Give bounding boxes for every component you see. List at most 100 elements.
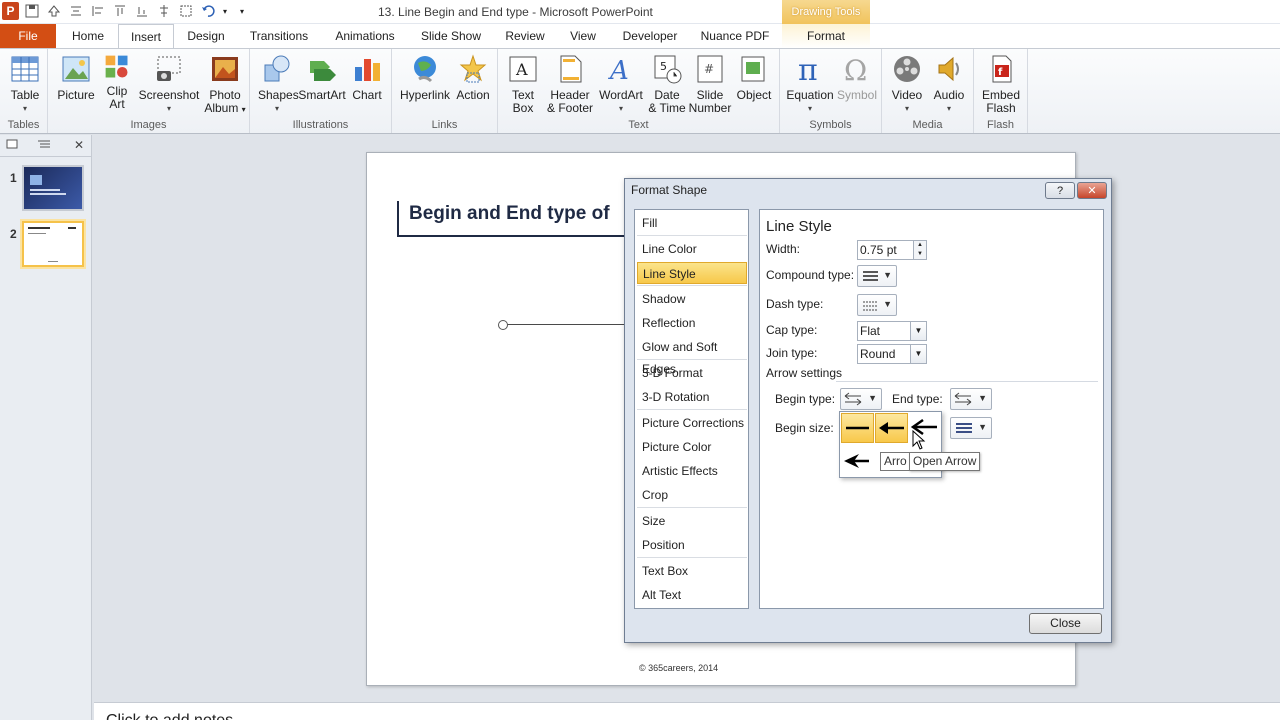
tab-animations[interactable]: Animations (326, 24, 404, 48)
line-start-handle[interactable] (498, 320, 508, 330)
slide-thumbnail-2[interactable] (22, 221, 84, 267)
group-symbols: π Equation ▾ Ω Symbol Symbols (780, 49, 882, 133)
category-picture-color[interactable]: Picture Color (637, 436, 747, 458)
chart-icon (355, 59, 380, 81)
embed-flash-button[interactable]: f Embed Flash (978, 53, 1024, 115)
tab-file[interactable]: File (0, 24, 56, 48)
action-button[interactable]: Action (452, 53, 494, 102)
video-button[interactable]: Video ▾ (888, 53, 926, 115)
save-icon[interactable] (23, 2, 41, 20)
align-center-icon[interactable] (155, 2, 173, 20)
flash-document-icon: f (992, 55, 1012, 83)
wordart-button[interactable]: A WordArt ▾ (598, 53, 644, 115)
dash-type-dropdown[interactable]: ▼ (857, 294, 897, 316)
tab-insert[interactable]: Insert (118, 24, 174, 48)
date-time-button[interactable]: 5 Date & Time (646, 53, 688, 115)
slide-number-button[interactable]: # Slide Number (688, 53, 732, 115)
smartart-button[interactable]: SmartArt (298, 53, 346, 102)
undo-dropdown-icon[interactable]: ▾ (221, 2, 229, 20)
equation-button[interactable]: π Equation ▾ (784, 53, 836, 115)
tab-design[interactable]: Design (178, 24, 234, 48)
slides-tab-icon[interactable] (6, 138, 22, 152)
arrow-option[interactable] (875, 413, 908, 443)
category-line-style[interactable]: Line Style (637, 262, 747, 284)
category-picture-corrections[interactable]: Picture Corrections (637, 412, 747, 434)
close-pane-icon[interactable]: ✕ (74, 138, 90, 152)
category-3d-format[interactable]: 3-D Format (637, 362, 747, 384)
screenshot-button[interactable]: Screenshot ▾ (136, 53, 202, 115)
arrow-settings-heading: Arrow settings (766, 366, 843, 380)
tab-transitions[interactable]: Transitions (240, 24, 318, 48)
align-middle-icon[interactable] (67, 2, 85, 20)
align-bottom-icon[interactable] (111, 2, 129, 20)
object-button[interactable]: Object (734, 53, 774, 102)
drawing-tools-context-label: Drawing Tools (782, 0, 870, 24)
join-type-value: Round (860, 347, 896, 361)
category-shadow[interactable]: Shadow (637, 288, 747, 310)
category-line-color[interactable]: Line Color (637, 238, 747, 260)
notes-pane[interactable]: Click to add notes (94, 702, 1280, 720)
close-button[interactable]: Close (1029, 613, 1102, 634)
slide-thumbnail-1[interactable] (22, 165, 84, 211)
width-input[interactable]: 0.75 pt ▲ ▼ (857, 240, 927, 260)
end-size-dropdown[interactable]: ▼ (950, 417, 992, 439)
dialog-help-button[interactable]: ? (1045, 182, 1075, 199)
align-left-icon[interactable] (89, 2, 107, 20)
tab-format[interactable]: Format (782, 24, 870, 48)
category-alt-text[interactable]: Alt Text (637, 584, 747, 606)
align-top-icon[interactable] (45, 2, 63, 20)
film-reel-icon (894, 56, 920, 82)
join-type-select[interactable]: Round ▼ (857, 344, 927, 364)
width-label: Width: (766, 242, 801, 256)
outline-tab-icon[interactable] (36, 138, 52, 152)
text-box-button[interactable]: A Text Box (504, 53, 542, 115)
category-text-box[interactable]: Text Box (637, 560, 747, 582)
tab-home[interactable]: Home (62, 24, 114, 48)
tab-developer[interactable]: Developer (614, 24, 686, 48)
category-fill[interactable]: Fill (637, 212, 747, 234)
category-reflection[interactable]: Reflection (637, 312, 747, 334)
group-icon[interactable] (177, 2, 195, 20)
clip-art-button[interactable]: Clip Art (102, 53, 132, 111)
category-size[interactable]: Size (637, 510, 747, 532)
begin-type-dropdown[interactable]: ▼ (840, 388, 882, 410)
header-footer-button[interactable]: Header & Footer (544, 53, 596, 115)
speaker-icon (938, 56, 959, 82)
customize-qat-icon[interactable]: ▾ (233, 2, 251, 20)
slide-title[interactable]: Begin and End type of (409, 203, 610, 225)
dialog-close-icon[interactable]: ✕ (1077, 182, 1107, 199)
shapes-button[interactable]: Shapes ▾ (258, 53, 299, 115)
tab-nuance-pdf[interactable]: Nuance PDF (694, 24, 776, 48)
photo-album-button[interactable]: Photo Album ▾ (204, 53, 246, 116)
category-crop[interactable]: Crop (637, 484, 747, 506)
audio-button[interactable]: Audio ▾ (930, 53, 968, 115)
wordart-label: WordArt (599, 88, 643, 102)
selected-line-shape[interactable] (503, 324, 643, 325)
end-type-dropdown[interactable]: ▼ (950, 388, 992, 410)
stealth-arrow-icon (844, 454, 869, 468)
stealth-arrow-option[interactable] (841, 446, 874, 476)
width-spinner-icon[interactable]: ▲ ▼ (913, 241, 926, 259)
category-artistic-effects[interactable]: Artistic Effects (637, 460, 747, 482)
tab-slide-show[interactable]: Slide Show (412, 24, 490, 48)
tab-review[interactable]: Review (498, 24, 552, 48)
chart-button[interactable]: Chart (348, 53, 386, 102)
clip-art-label-1: Clip (106, 84, 128, 98)
distribute-icon[interactable] (133, 2, 151, 20)
symbol-button[interactable]: Ω Symbol (836, 53, 878, 102)
compound-type-dropdown[interactable]: ▼ (857, 265, 897, 287)
picture-button[interactable]: Picture (54, 53, 98, 102)
tab-view[interactable]: View (560, 24, 606, 48)
category-glow-soft-edges[interactable]: Glow and Soft Edges (637, 336, 747, 376)
category-3d-rotation[interactable]: 3-D Rotation (637, 386, 747, 408)
arrow-settings-divider (836, 381, 1098, 382)
undo-icon[interactable] (199, 2, 217, 20)
group-text: A Text Box Header & Footer A WordArt ▾ 5 Da… (498, 49, 780, 133)
picture-icon (62, 56, 90, 82)
cap-type-select[interactable]: Flat ▼ (857, 321, 927, 341)
no-arrow-option[interactable] (841, 413, 874, 443)
powerpoint-app-icon[interactable]: P (2, 2, 19, 20)
hyperlink-button[interactable]: Hyperlink (398, 53, 452, 102)
category-position[interactable]: Position (637, 534, 747, 556)
table-button[interactable]: Table ▾ (6, 53, 44, 115)
